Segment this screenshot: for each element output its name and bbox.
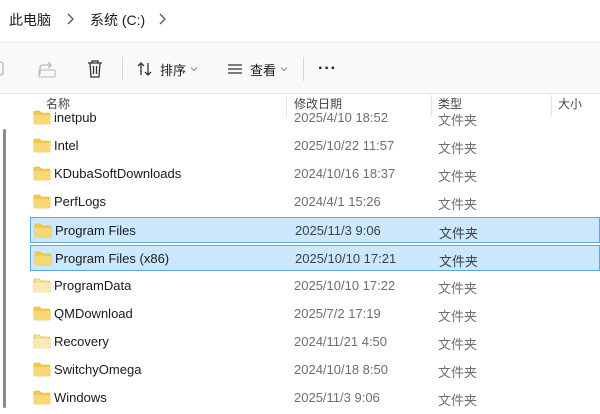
- file-name: ProgramData: [54, 278, 132, 293]
- file-row[interactable]: Recovery 2024/11/21 4:50 文件夹: [30, 329, 600, 355]
- sort-button[interactable]: 排序: [136, 55, 198, 83]
- file-name: inetpub: [54, 110, 97, 125]
- file-modified-date: 2024/4/1 15:26: [294, 194, 381, 209]
- file-row[interactable]: ProgramData 2025/10/10 17:22 文件夹: [30, 273, 600, 299]
- file-name: PerfLogs: [54, 194, 107, 209]
- view-icon: [228, 64, 242, 74]
- file-type: 文件夹: [438, 393, 478, 408]
- file-row[interactable]: Intel 2025/10/22 11:57 文件夹: [30, 133, 600, 159]
- file-type: 文件夹: [438, 141, 478, 156]
- file-row[interactable]: Program Files (x86) 2025/10/10 17:21 文件夹: [30, 245, 600, 271]
- file-name: KDubaSoftDownloads: [54, 166, 182, 181]
- toolbar-divider: [303, 57, 304, 81]
- folder-icon: [33, 110, 51, 125]
- file-modified-date: 2025/11/3 9:06: [295, 223, 381, 238]
- chevron-right-icon[interactable]: [155, 11, 169, 27]
- copy-icon[interactable]: [0, 58, 10, 80]
- file-type: 文件夹: [439, 254, 479, 269]
- file-type: 文件夹: [438, 169, 478, 184]
- folder-icon: [33, 306, 51, 321]
- file-type: 文件夹: [438, 197, 478, 212]
- file-name: Intel: [54, 138, 79, 153]
- file-type: 文件夹: [438, 309, 478, 324]
- view-label: 查看: [250, 62, 277, 78]
- folder-icon: [33, 334, 51, 349]
- file-modified-date: 2025/10/22 11:57: [294, 138, 395, 153]
- file-modified-date: 2025/7/2 17:19: [294, 306, 381, 321]
- vertical-scrollbar[interactable]: [3, 129, 6, 408]
- file-type: 文件夹: [438, 365, 478, 380]
- trash-icon[interactable]: [84, 58, 106, 80]
- breadcrumb-item-drive-c[interactable]: 系统 (C:): [90, 10, 145, 30]
- file-name: Recovery: [54, 334, 109, 349]
- more-button[interactable]: ···: [318, 55, 337, 83]
- file-row[interactable]: PerfLogs 2024/4/1 15:26 文件夹: [30, 189, 600, 215]
- file-name: QMDownload: [54, 306, 133, 321]
- file-modified-date: 2025/11/3 9:06: [294, 390, 380, 405]
- command-bar: 排序 查看 ···: [0, 42, 600, 94]
- file-name: Program Files: [55, 223, 136, 238]
- file-row[interactable]: Program Files 2025/11/3 9:06 文件夹: [30, 217, 600, 243]
- file-name: Windows: [54, 390, 107, 405]
- view-button[interactable]: 查看: [226, 55, 288, 83]
- file-row[interactable]: KDubaSoftDownloads 2024/10/16 18:37 文件夹: [30, 161, 600, 187]
- sort-ascending-icon: [159, 95, 167, 96]
- toolbar-divider: [122, 57, 123, 81]
- folder-icon: [33, 138, 51, 153]
- file-list: 名称 修改日期 类型 大小 inetpub 2025/4/10 18:52 文件夹 I…: [0, 95, 600, 414]
- folder-icon: [33, 166, 51, 181]
- chevron-down-icon: [280, 67, 288, 72]
- breadcrumb: 此电脑 系统 (C:): [0, 0, 600, 42]
- file-row[interactable]: QMDownload 2025/7/2 17:19 文件夹: [30, 301, 600, 327]
- file-modified-date: 2025/4/10 18:52: [294, 110, 388, 125]
- chevron-down-icon: [190, 67, 198, 72]
- folder-icon: [33, 390, 51, 405]
- folder-icon: [33, 278, 51, 293]
- more-icon: ···: [318, 60, 337, 77]
- file-type: 文件夹: [439, 226, 479, 241]
- file-name: Program Files (x86): [55, 251, 170, 266]
- file-modified-date: 2025/10/10 17:22: [294, 278, 396, 293]
- folder-icon: [33, 194, 51, 209]
- sort-label: 排序: [160, 62, 187, 78]
- file-type: 文件夹: [438, 113, 478, 128]
- share-icon[interactable]: [36, 58, 58, 80]
- file-modified-date: 2024/10/18 8:50: [294, 362, 388, 377]
- file-modified-date: 2024/11/21 4:50: [294, 334, 388, 349]
- file-row[interactable]: SwitchyOmega 2024/10/18 8:50 文件夹: [30, 357, 600, 383]
- folder-icon: [34, 223, 52, 238]
- file-modified-date: 2025/10/10 17:21: [295, 251, 397, 266]
- file-name: SwitchyOmega: [54, 362, 142, 377]
- file-type: 文件夹: [438, 281, 478, 296]
- chevron-right-icon[interactable]: [63, 11, 77, 27]
- file-modified-date: 2024/10/16 18:37: [294, 166, 396, 181]
- file-row[interactable]: inetpub 2025/4/10 18:52 文件夹: [30, 105, 600, 131]
- breadcrumb-item-this-pc[interactable]: 此电脑: [9, 10, 51, 30]
- folder-icon: [34, 251, 52, 266]
- file-row[interactable]: Windows 2025/11/3 9:06 文件夹: [30, 385, 600, 411]
- sort-icon: [137, 62, 152, 76]
- folder-icon: [33, 362, 51, 377]
- file-type: 文件夹: [438, 337, 478, 352]
